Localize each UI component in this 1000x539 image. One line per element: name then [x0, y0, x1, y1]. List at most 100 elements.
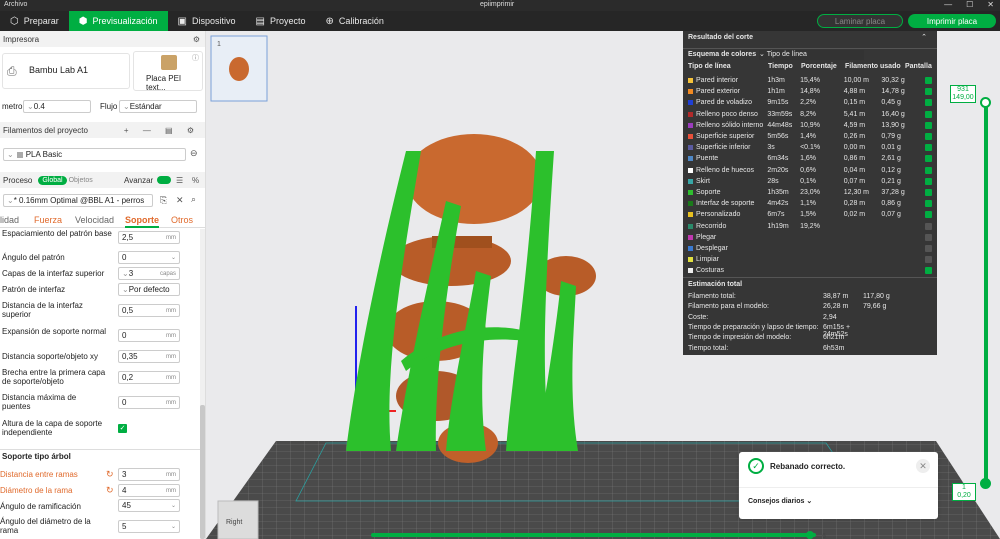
visibility-checkbox[interactable] — [925, 99, 933, 107]
visibility-checkbox[interactable] — [925, 155, 933, 163]
advanced-switch[interactable] — [157, 176, 171, 184]
filament-tools-icon[interactable]: + — ▤ ⚙ — [124, 126, 200, 135]
visibility-checkbox[interactable] — [925, 233, 933, 241]
process-profile-select[interactable]: ⌄ * 0.16mm Optimal @BBL A1 - perros — [3, 194, 153, 207]
checkbox-checked[interactable]: ✓ — [118, 424, 127, 433]
result-table-header: Tipo de línea Tiempo Porcentaje Filament… — [688, 63, 932, 70]
visibility-checkbox[interactable] — [925, 200, 933, 208]
nozzle-select[interactable]: ⌄ 0.4 — [23, 100, 91, 113]
subtab-others[interactable]: Otros — [171, 215, 193, 225]
close-icon[interactable]: ✕ — [987, 0, 994, 9]
visibility-checkbox[interactable] — [925, 177, 933, 185]
scrollbar-thumb[interactable] — [200, 405, 205, 539]
line-type-name: Pared exterior — [696, 88, 740, 96]
plate-thumbnail-number: 1 — [217, 41, 221, 48]
line-type-name: Relleno sólido interno — [696, 121, 764, 129]
line-type-row: Superficie superior 5m56s 1,4% 0,26 m 0,79 g — [688, 131, 933, 142]
param-input[interactable]: 4 mm — [118, 484, 180, 497]
visibility-checkbox[interactable] — [925, 189, 933, 196]
maximize-icon[interactable]: ☐ — [966, 0, 973, 9]
visibility-checkbox[interactable] — [925, 133, 933, 140]
line-time: 5m56s — [767, 133, 789, 140]
print-plate-button[interactable]: Imprimir placa — [908, 14, 996, 28]
visibility-checkbox[interactable] — [925, 121, 933, 129]
slice-plate-button[interactable]: Laminar placa — [817, 14, 903, 28]
visibility-checkbox[interactable] — [925, 77, 933, 84]
list-icon[interactable]: ☰ — [176, 176, 183, 185]
search-icon[interactable]: ⌕ — [191, 194, 196, 205]
collapse-icon[interactable]: ⌃ — [921, 33, 927, 41]
tab-preview[interactable]: ⬢ Previsualización — [68, 11, 168, 31]
param-select[interactable]: 45 ⌄ — [118, 499, 180, 512]
subtab-speed[interactable]: Velocidad — [75, 215, 114, 225]
line-time: 6m34s — [767, 155, 789, 163]
daily-tips-link[interactable]: Consejos diarios ⌄ — [748, 497, 812, 505]
sidebar-scrollbar[interactable] — [200, 229, 205, 539]
tab-calibration[interactable]: ⊕ Calibración — [315, 11, 393, 31]
param-input[interactable]: 0 mm — [118, 396, 180, 409]
param-select[interactable]: ⌄ 3 capas — [118, 267, 180, 280]
line-type-name: Soporte — [696, 189, 721, 196]
visibility-checkbox[interactable] — [925, 110, 933, 118]
line-type-row: Relleno de huecos 2m20s 0,6% 0,04 m 0,12 g — [688, 165, 933, 176]
param-unit: mm — [166, 307, 176, 314]
param-input[interactable]: 3 mm — [118, 468, 180, 481]
param-select[interactable]: 5 ⌄ — [118, 520, 180, 533]
layer-slider-track[interactable] — [984, 103, 988, 481]
tab-device[interactable]: ▣ Dispositivo — [168, 11, 246, 31]
gear-icon[interactable]: ⚙ — [193, 35, 200, 44]
visibility-checkbox[interactable] — [925, 256, 933, 264]
objects-toggle[interactable]: Objetos — [69, 177, 93, 184]
chevron-down-icon: ⌄ — [122, 269, 129, 278]
color-scheme-select[interactable]: ⌄ Tipo de línea — [759, 50, 864, 60]
line-color-swatch — [688, 201, 693, 207]
reset-icon[interactable]: ↻ — [106, 469, 114, 480]
profile-name: * 0.16mm Optimal @BBL A1 - perros — [13, 196, 145, 205]
param-input[interactable]: 2,5 mm — [118, 231, 180, 244]
flow-select[interactable]: ⌄ Estándar — [119, 100, 197, 113]
param-select[interactable]: 0 ⌄ — [118, 251, 180, 264]
param-input[interactable]: 0,5 mm — [118, 304, 180, 317]
visibility-checkbox[interactable] — [925, 88, 933, 96]
printer-selector[interactable]: ⎙ Bambu Lab A1 — [2, 53, 130, 89]
estimate-label: Tiempo total: — [688, 344, 729, 352]
line-color-swatch — [688, 234, 693, 240]
visibility-checkbox[interactable] — [925, 267, 933, 275]
visibility-checkbox[interactable] — [925, 245, 933, 252]
close-icon[interactable]: ✕ — [916, 459, 930, 473]
top-layer-handle[interactable] — [980, 97, 991, 108]
line-type-row: Plegar — [688, 232, 933, 243]
window-controls: — ☐ ✕ — [944, 0, 994, 9]
save-icon[interactable]: ⎘ — [160, 195, 167, 206]
visibility-checkbox[interactable] — [925, 211, 933, 219]
bottom-layer-handle[interactable] — [980, 478, 991, 489]
param-value: 3 — [128, 269, 134, 278]
close-icon[interactable]: ✕ — [176, 195, 184, 206]
line-filament-weight: 0,12 g — [881, 166, 901, 174]
file-menu[interactable]: Archivo — [4, 1, 27, 8]
remove-filament-icon[interactable]: ⊖ — [190, 148, 198, 159]
subtab-quality[interactable]: lidad — [0, 215, 19, 225]
line-filament-length: 0,15 m — [843, 99, 866, 107]
info-icon[interactable]: ⓘ — [192, 53, 199, 63]
visibility-checkbox[interactable] — [925, 222, 933, 230]
filament-select[interactable]: ⌄ PLA Basic — [3, 148, 186, 161]
global-toggle[interactable]: Global — [38, 175, 67, 185]
reset-icon[interactable]: ↻ — [106, 485, 114, 496]
param-input[interactable]: 0 mm — [118, 329, 180, 342]
minimize-icon[interactable]: — — [944, 0, 952, 9]
plate-selector[interactable]: Placa PEI text... ⓘ — [133, 51, 203, 92]
param-input[interactable]: 0,2 mm — [118, 371, 180, 384]
tab-label: Dispositivo — [191, 16, 236, 26]
param-select[interactable]: ⌄ Por defecto — [118, 283, 180, 296]
subtab-support[interactable]: Soporte — [125, 215, 160, 228]
tab-project[interactable]: ▤ Proyecto — [245, 11, 315, 31]
tab-prepare[interactable]: ⬡ Preparar — [0, 11, 69, 31]
line-filament-length: 10,00 m — [843, 77, 870, 84]
param-input[interactable]: 0,35 mm — [118, 350, 180, 363]
visibility-checkbox[interactable] — [925, 144, 933, 152]
compare-icon[interactable]: % — [192, 176, 199, 185]
visibility-checkbox[interactable] — [925, 166, 933, 174]
subtab-strength[interactable]: Fuerza — [34, 215, 62, 225]
top-layer-label: 931 149,00 — [950, 85, 976, 103]
